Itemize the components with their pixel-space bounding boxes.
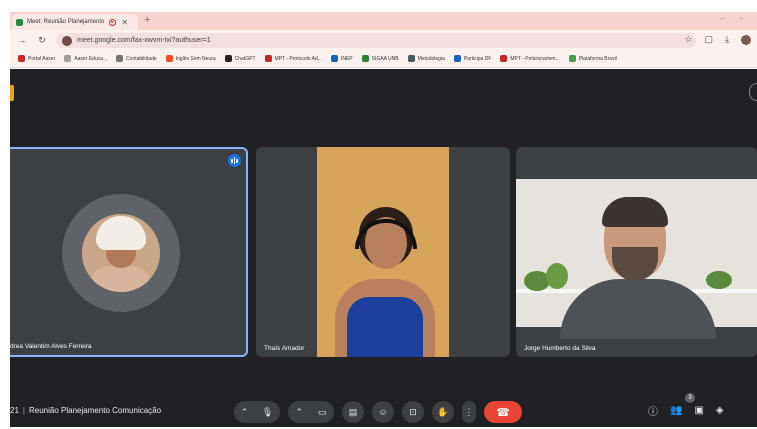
camera-control[interactable]: ⌃ ▭ [288, 401, 334, 423]
bookmark-item[interactable]: MPT - Protocolo Ad... [264, 55, 322, 62]
camera-icon[interactable]: ▭ [318, 407, 327, 418]
bookmark-item[interactable]: SIGAA UNB [361, 55, 399, 62]
info-icon[interactable]: ⓘ [648, 403, 658, 418]
bookmark-label: Portal Aaser [28, 55, 56, 62]
bookmark-label: Plataforma Brasil [578, 55, 617, 62]
screen: Meet: Reunião Planejamento ✕ + – ▫ → ↻ m… [0, 0, 757, 429]
extensions-icon[interactable]: ▢ [705, 34, 714, 45]
bookmark-label: Aaser Educa... [74, 55, 108, 62]
bookmark-label: Inglês Sem Neura [175, 55, 216, 62]
bookmark-item[interactable]: Inglês Sem Neura [165, 55, 216, 62]
close-tab-icon[interactable]: ✕ [121, 18, 128, 27]
bookmark-favicon-icon [264, 55, 272, 62]
hand-icon: ✋ [437, 406, 449, 417]
bookmark-label: MPT - Peticionamen... [510, 55, 560, 62]
speaking-indicator-icon [228, 154, 241, 167]
chevron-up-icon[interactable]: ⌃ [241, 407, 249, 418]
bookmark-label: MPT - Protocolo Ad... [274, 55, 322, 62]
minimize-icon[interactable]: – [720, 13, 725, 23]
people-count-badge: 3 [685, 393, 695, 403]
recording-icon [109, 18, 117, 26]
emoji-button[interactable]: ☺ [372, 401, 394, 423]
more-vert-icon: ⋮ [464, 406, 474, 417]
participant-name: drea Valentim Alves Ferreira [10, 343, 92, 350]
chevron-up-icon[interactable]: ⌃ [295, 407, 303, 418]
profile-avatar[interactable] [741, 34, 751, 45]
bookmark-favicon-icon [361, 55, 369, 62]
participant-photo [82, 214, 160, 292]
participant-video [516, 179, 757, 339]
meet-stage: drea Valentim Alves Ferreira Thaís Amado… [10, 69, 757, 427]
bookmark-label: ChatGPT [234, 55, 256, 62]
present-screen-icon: ⊡ [409, 406, 417, 417]
forward-icon[interactable]: → [14, 35, 30, 45]
bookmark-label: Contabilidade [126, 55, 157, 62]
participant-name: Jorge Humberto da Silva [524, 345, 596, 352]
bookmark-label: SIGAA UNB [371, 55, 399, 62]
bookmark-favicon-icon [407, 55, 415, 62]
raise-hand-button[interactable]: ✋ [432, 401, 454, 423]
bookmark-item[interactable]: Portal Aaser [18, 55, 55, 62]
avatar [62, 194, 180, 312]
bookmark-favicon-icon [568, 55, 576, 62]
bookmark-item[interactable]: ChatGPT [224, 55, 256, 62]
site-info-icon[interactable] [62, 35, 72, 46]
bookmark-item[interactable]: Plataforma Brasil [568, 55, 617, 62]
bookmark-favicon-icon [453, 55, 461, 62]
tab-title: Meet: Reunião Planejamento [27, 19, 105, 25]
activities-icon[interactable]: ◈ [716, 405, 724, 416]
bookmark-label: Participa DF [463, 55, 492, 62]
browser-tab[interactable]: Meet: Reunião Planejamento ✕ [12, 14, 138, 30]
new-tab-button[interactable]: + [144, 14, 150, 26]
meeting-title: Reunião Planejamento Comunicação [28, 406, 162, 415]
participant-name: Thaís Amador [264, 345, 305, 352]
mic-control[interactable]: ⌃ 🎙 [234, 401, 280, 423]
participant-tile[interactable]: Thaís Amador [256, 147, 510, 357]
bookmark-item[interactable]: Metodologia [407, 55, 445, 62]
more-options-button[interactable]: ⋮ [462, 401, 476, 423]
leave-call-button[interactable]: ☎ [484, 401, 522, 423]
url-input[interactable]: meet.google.com/fax-xwvm-txi?authuser=1 [56, 33, 696, 48]
bookmark-favicon-icon [330, 55, 338, 62]
meeting-controls-bar: 21 | Reunião Planejamento Comunicação ⌃ 🎙 … [10, 393, 757, 427]
url-text: meet.google.com/fax-xwvm-txi?authuser=1 [77, 37, 211, 44]
maximize-icon[interactable]: ▫ [740, 13, 743, 23]
bookmark-favicon-icon [165, 55, 173, 62]
meeting-info: 21 | Reunião Planejamento Comunicação [10, 406, 161, 415]
meeting-time: 21 [10, 406, 19, 415]
participant-tile[interactable]: Jorge Humberto da Silva [516, 147, 757, 357]
download-icon[interactable]: ⤓ [725, 34, 729, 45]
bookmarks-bar: Portal Aaser Aaser Educa... Contabilidade I… [10, 50, 757, 68]
meet-favicon-icon [16, 18, 23, 26]
people-icon[interactable]: 👥 [670, 405, 682, 416]
tab-bar: Meet: Reunião Planejamento ✕ + – ▫ [10, 12, 757, 30]
side-panel-handle[interactable] [749, 83, 757, 101]
bookmark-star-icon[interactable]: ☆ [684, 34, 692, 45]
bookmark-item[interactable]: Contabilidade [116, 55, 157, 62]
captions-button[interactable]: ▤ [342, 401, 364, 423]
chat-icon[interactable]: ▣ [694, 405, 703, 416]
side-indicator [10, 85, 14, 101]
bookmark-item[interactable]: Aaser Educa... [64, 55, 107, 62]
participant-tile[interactable]: drea Valentim Alves Ferreira [10, 147, 248, 357]
present-button[interactable]: ⊡ [402, 401, 424, 423]
bookmark-item[interactable]: INEP [330, 55, 353, 62]
bookmark-favicon-icon [64, 55, 72, 62]
bookmark-item[interactable]: Participa DF [453, 55, 492, 62]
microphone-icon[interactable]: 🎙 [262, 407, 273, 418]
phone-hangup-icon: ☎ [496, 406, 510, 419]
emoji-icon: ☺ [378, 407, 388, 417]
participant-video [317, 147, 449, 357]
bookmark-favicon-icon [116, 55, 124, 62]
bookmark-item[interactable]: MPT - Peticionamen... [500, 55, 560, 62]
address-bar-row: → ↻ meet.google.com/fax-xwvm-txi?authuse… [10, 30, 757, 50]
bookmark-favicon-icon [500, 55, 508, 62]
bookmark-favicon-icon [18, 55, 25, 62]
bookmark-label: Metodologia [417, 55, 445, 62]
bookmark-favicon-icon [224, 55, 232, 62]
separator: | [22, 406, 25, 415]
captions-icon: ▤ [348, 406, 358, 417]
bookmark-label: INEP [340, 55, 353, 62]
reload-icon[interactable]: ↻ [34, 35, 50, 46]
